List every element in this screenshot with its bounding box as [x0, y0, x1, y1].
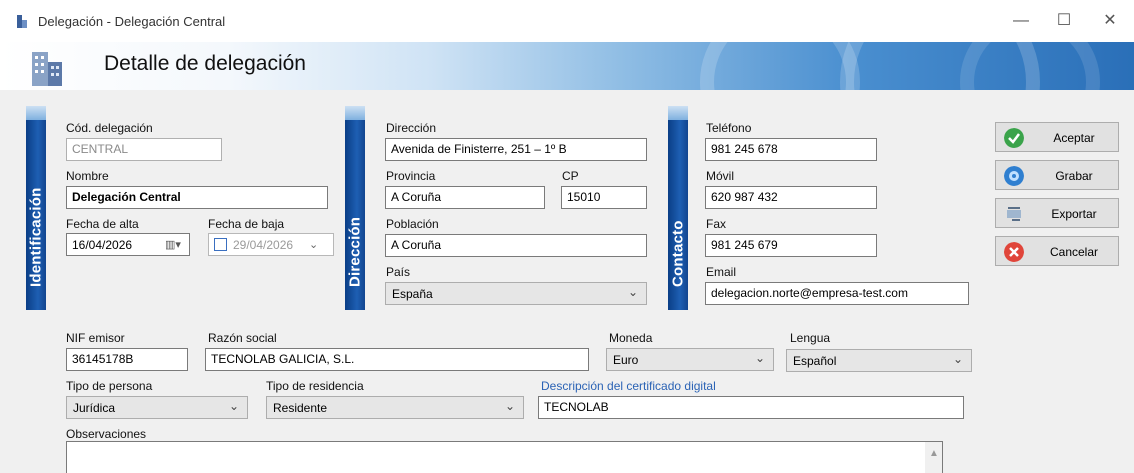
fecha-baja-label: Fecha de baja — [208, 217, 285, 231]
calendar-icon[interactable]: ▥▾ — [165, 238, 185, 252]
cp-label: CP — [562, 169, 579, 183]
maximize-button[interactable]: ☐ — [1053, 10, 1075, 32]
chevron-down-icon: ⌄ — [627, 285, 638, 299]
tipo-persona-label: Tipo de persona — [66, 379, 153, 393]
certificado-field[interactable]: TECNOLAB — [538, 396, 964, 419]
nif-label: NIF emisor — [66, 331, 125, 345]
chevron-up-icon[interactable]: ▲ — [929, 448, 939, 459]
fecha-alta-label: Fecha de alta — [66, 217, 139, 231]
tipo-residencia-value: Residente — [273, 401, 328, 415]
email-field[interactable]: delegacion.norte@empresa-test.com — [705, 282, 969, 305]
section-tab-direccion: Dirección — [345, 106, 365, 310]
pais-label: País — [386, 265, 411, 279]
building-icon — [17, 15, 27, 28]
email-label: Email — [706, 265, 737, 279]
nombre-label: Nombre — [66, 169, 109, 183]
tipo-persona-select[interactable]: Jurídica ⌄ — [66, 396, 248, 419]
telefono-label: Teléfono — [706, 121, 752, 135]
poblacion-label: Población — [386, 217, 439, 231]
lengua-select[interactable]: Español ⌄ — [786, 349, 972, 372]
aceptar-button[interactable]: Aceptar — [995, 122, 1119, 152]
check-icon — [1004, 128, 1024, 148]
cod-delegacion-label: Cód. delegación — [66, 121, 153, 135]
close-circle-icon — [1004, 242, 1024, 262]
chevron-down-icon: ⌄ — [754, 351, 765, 365]
fax-field[interactable]: 981 245 679 — [705, 234, 877, 257]
moneda-label: Moneda — [609, 331, 653, 345]
exportar-label: Exportar — [1051, 207, 1097, 221]
razon-social-label: Razón social — [208, 331, 277, 345]
close-window-button[interactable]: ✕ — [1099, 10, 1121, 32]
cod-delegacion-field[interactable]: CENTRAL — [66, 138, 222, 161]
chevron-down-icon: ⌄ — [952, 352, 963, 366]
fecha-baja-checkbox[interactable] — [214, 238, 227, 251]
tipo-persona-value: Jurídica — [73, 401, 116, 415]
exportar-button[interactable]: Exportar — [995, 198, 1119, 228]
provincia-label: Provincia — [386, 169, 436, 183]
grabar-button[interactable]: Grabar — [995, 160, 1119, 190]
aceptar-label: Aceptar — [1053, 131, 1095, 145]
fax-label: Fax — [706, 217, 727, 231]
page-title: Detalle de delegación — [104, 52, 306, 75]
window-titlebar: Delegación - Delegación Central — ☐ ✕ — [0, 0, 1134, 42]
lengua-value: Español — [793, 354, 837, 368]
fecha-alta-picker[interactable]: 16/04/2026 ▥▾ — [66, 233, 190, 256]
cp-field[interactable]: 15010 — [561, 186, 647, 209]
tipo-residencia-label: Tipo de residencia — [266, 379, 364, 393]
observaciones-label: Observaciones — [66, 427, 147, 441]
grabar-label: Grabar — [1055, 169, 1093, 183]
window-title: Delegación - Delegación Central — [38, 14, 226, 29]
export-icon — [1007, 207, 1021, 221]
section-tab-contacto: Contacto — [668, 106, 688, 310]
fecha-baja-value: 29/04/2026 — [233, 238, 294, 252]
lengua-label: Lengua — [790, 331, 831, 345]
building-icon — [32, 52, 62, 86]
nif-field[interactable]: 36145178B — [66, 348, 188, 371]
direccion-field[interactable]: Avenida de Finisterre, 251 – 1º B — [385, 138, 647, 161]
chevron-down-icon: ⌄ — [504, 399, 515, 413]
moneda-value: Euro — [613, 353, 639, 367]
nombre-field[interactable]: Delegación Central — [66, 186, 328, 209]
chevron-down-icon[interactable]: ⌄ — [309, 238, 329, 252]
cancelar-button[interactable]: Cancelar — [995, 236, 1119, 266]
fecha-alta-value: 16/04/2026 — [72, 238, 133, 252]
pais-select[interactable]: España ⌄ — [385, 282, 647, 305]
moneda-select[interactable]: Euro ⌄ — [606, 348, 774, 371]
chevron-down-icon: ⌄ — [228, 399, 239, 413]
observaciones-textarea[interactable]: ▲ — [66, 441, 943, 473]
razon-social-field[interactable]: TECNOLAB GALICIA, S.L. — [205, 348, 589, 371]
movil-label: Móvil — [706, 169, 735, 183]
movil-field[interactable]: 620 987 432 — [705, 186, 877, 209]
fecha-baja-picker[interactable]: 29/04/2026 ⌄ — [208, 233, 334, 256]
disk-icon — [1004, 166, 1024, 186]
pais-value: España — [392, 287, 433, 301]
header-banner: Detalle de delegación — [0, 42, 1134, 90]
minimize-button[interactable]: — — [1010, 10, 1032, 32]
tipo-residencia-select[interactable]: Residente ⌄ — [266, 396, 524, 419]
direccion-label: Dirección — [386, 121, 437, 135]
poblacion-field[interactable]: A Coruña — [385, 234, 647, 257]
scrollbar[interactable]: ▲ — [925, 442, 942, 473]
telefono-field[interactable]: 981 245 678 — [705, 138, 877, 161]
section-tab-identificacion: Identificación — [26, 106, 46, 310]
provincia-field[interactable]: A Coruña — [385, 186, 545, 209]
certificado-label[interactable]: Descripción del certificado digital — [541, 379, 716, 393]
cancelar-label: Cancelar — [1049, 245, 1099, 259]
